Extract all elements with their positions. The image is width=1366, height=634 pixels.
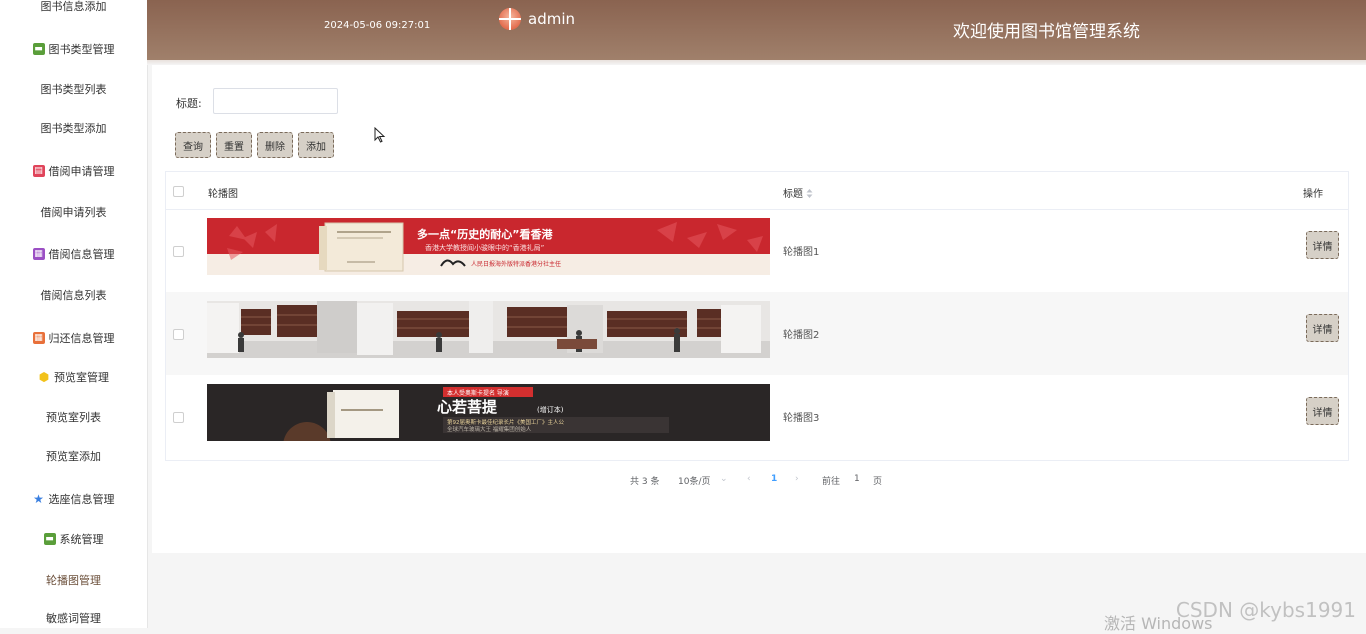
sidebar: 图书信息添加 ▬ 图书类型管理 图书类型列表 图书类型添加 ▤ 借阅申请管理 借阅申请列表 ▦ 借… [0, 0, 148, 628]
sidebar-item-label: 敏感词管理 [46, 612, 101, 625]
banner-3-edition: (增订本) [537, 405, 564, 414]
sidebar-item-label: 图书类型管理 [48, 43, 115, 56]
banner-3-line-2: 全球汽车玻璃大王 福耀集团创始人 [447, 425, 532, 433]
archive-icon: ▦ [32, 248, 45, 260]
system-title: 欢迎使用图书馆管理系统 [953, 22, 1140, 42]
username[interactable]: admin [528, 10, 575, 28]
grid-icon: ▦ [32, 332, 45, 344]
row-title: 轮播图2 [783, 330, 820, 341]
message-icon: ▬ [43, 533, 56, 545]
page-size-chevron-icon[interactable]: ⌄ [720, 474, 728, 484]
detail-button[interactable]: 详情 [1306, 314, 1339, 342]
sidebar-item-1[interactable]: ▬ 图书类型管理 [0, 37, 147, 61]
goto-suffix: 页 [873, 477, 883, 487]
sidebar-item-label: 预览室列表 [46, 411, 101, 424]
star-icon: ★ [33, 492, 44, 506]
delete-button[interactable]: 删除 [257, 132, 293, 158]
banner-table: 轮播图 标题 操作 多一点“历史的耐心”看香港 香港大学教授阎小骏眼中的“香港礼… [165, 171, 1349, 461]
table-row: 本人受奥斯卡提名 导演 心若菩提 (增订本) 第92届奥斯卡最佳纪录长片《美国工… [166, 375, 1348, 458]
sidebar-item-label: 图书类型列表 [40, 83, 107, 96]
sidebar-item-label: 借阅申请列表 [40, 206, 107, 219]
clipboard-icon: ▤ [32, 165, 45, 177]
sidebar-item-label: 图书信息添加 [40, 0, 107, 13]
sidebar-item-11[interactable]: 预览室添加 [0, 444, 147, 468]
sidebar-item-9[interactable]: ⬢ 预览室管理 [0, 365, 147, 389]
sidebar-item-label: 借阅申请管理 [48, 165, 115, 178]
sidebar-item-label: 选座信息管理 [48, 493, 115, 506]
banner-3-tag: 本人受奥斯卡提名 导演 [447, 389, 509, 397]
sidebar-item-15[interactable]: 敏感词管理 [0, 606, 147, 630]
title-filter-label: 标题: [176, 97, 202, 110]
avatar[interactable] [499, 8, 521, 30]
banner-1-footer: 人民日报海外版特派香港分社主任 [471, 260, 561, 268]
banner-3-line-1: 第92届奥斯卡最佳纪录长片《美国工厂》主人公 [447, 418, 565, 426]
sidebar-item-5[interactable]: 借阅申请列表 [0, 200, 147, 224]
banner-1-subline: 香港大学教授阎小骏眼中的“香港礼局” [425, 243, 544, 252]
sidebar-item-3[interactable]: 图书类型添加 [0, 116, 147, 140]
next-page-icon[interactable]: › [795, 474, 799, 484]
chat-icon: ▬ [32, 43, 45, 55]
detail-button[interactable]: 详情 [1306, 397, 1339, 425]
sidebar-item-7[interactable]: 借阅信息列表 [0, 283, 147, 307]
column-header-image: 轮播图 [208, 189, 238, 200]
current-page[interactable]: 1 [771, 474, 777, 484]
sidebar-item-label: 借阅信息列表 [40, 289, 107, 302]
sidebar-item-label: 借阅信息管理 [48, 248, 115, 261]
sidebar-item-12[interactable]: ★ 选座信息管理 [0, 487, 147, 511]
pagination-total: 共 3 条 [630, 477, 660, 487]
sidebar-item-label: 预览室管理 [54, 371, 109, 384]
goto-page-input[interactable]: 1 [854, 474, 860, 484]
banner-image-3: 本人受奥斯卡提名 导演 心若菩提 (增订本) 第92届奥斯卡最佳纪录长片《美国工… [207, 384, 770, 441]
sort-icon[interactable] [806, 189, 813, 198]
row-checkbox[interactable] [173, 412, 184, 423]
mouse-cursor-icon [374, 127, 386, 143]
select-all-checkbox[interactable] [173, 186, 184, 197]
add-button[interactable]: 添加 [298, 132, 334, 158]
sidebar-item-0[interactable]: 图书信息添加 [0, 0, 147, 18]
sidebar-item-10[interactable]: 预览室列表 [0, 405, 147, 429]
row-title: 轮播图3 [783, 413, 820, 424]
row-checkbox[interactable] [173, 246, 184, 257]
title-filter-input[interactable] [213, 88, 338, 114]
banner-3-headline: 心若菩提 [437, 398, 498, 416]
hexagon-icon: ⬢ [38, 370, 50, 384]
sidebar-item-label: 预览室添加 [46, 450, 101, 463]
goto-label: 前往 [822, 477, 841, 487]
sidebar-item-4[interactable]: ▤ 借阅申请管理 [0, 159, 147, 183]
column-header-title[interactable]: 标题 [783, 185, 813, 200]
top-header: 2024-05-06 09:27:01 admin 欢迎使用图书馆管理系统 [147, 0, 1366, 60]
sidebar-item-6[interactable]: ▦ 借阅信息管理 [0, 242, 147, 266]
sidebar-item-label: 图书类型添加 [40, 122, 107, 135]
page-size-select[interactable]: 10条/页 [678, 474, 711, 487]
query-button[interactable]: 查询 [175, 132, 211, 158]
sidebar-item-2[interactable]: 图书类型列表 [0, 77, 147, 101]
detail-button[interactable]: 详情 [1306, 231, 1339, 259]
sidebar-item-14[interactable]: 轮播图管理 [0, 568, 147, 592]
sidebar-item-8[interactable]: ▦ 归还信息管理 [0, 326, 147, 350]
sidebar-item-label: 归还信息管理 [48, 332, 115, 345]
table-header: 轮播图 标题 操作 [166, 172, 1348, 210]
banner-image-2 [207, 301, 770, 358]
banner-image-1: 多一点“历史的耐心”看香港 香港大学教授阎小骏眼中的“香港礼局” 人民日报海外版… [207, 218, 770, 275]
pagination: 共 3 条 10条/页 ⌄ ‹ 1 › 前往 1 页 [152, 474, 1366, 488]
row-checkbox[interactable] [173, 329, 184, 340]
row-title: 轮播图1 [783, 247, 820, 258]
banner-1-headline: 多一点“历史的耐心”看香港 [417, 227, 553, 241]
datetime-display: 2024-05-06 09:27:01 [324, 20, 431, 31]
column-header-title-label: 标题 [783, 189, 803, 200]
sidebar-item-label: 系统管理 [59, 533, 104, 546]
main-content: 标题: 查询 重置 删除 添加 轮播图 标题 操作 多一点“历史的耐心”看香港 … [152, 65, 1366, 553]
windows-activation-watermark: 激活 Windows [1104, 614, 1213, 633]
sidebar-item-label: 轮播图管理 [46, 574, 101, 587]
table-row: 轮播图2 详情 [166, 292, 1348, 375]
reset-button[interactable]: 重置 [216, 132, 252, 158]
prev-page-icon[interactable]: ‹ [747, 474, 751, 484]
table-row: 多一点“历史的耐心”看香港 香港大学教授阎小骏眼中的“香港礼局” 人民日报海外版… [166, 209, 1348, 292]
column-header-actions: 操作 [1303, 189, 1323, 200]
sidebar-item-13[interactable]: ▬ 系统管理 [0, 527, 147, 551]
